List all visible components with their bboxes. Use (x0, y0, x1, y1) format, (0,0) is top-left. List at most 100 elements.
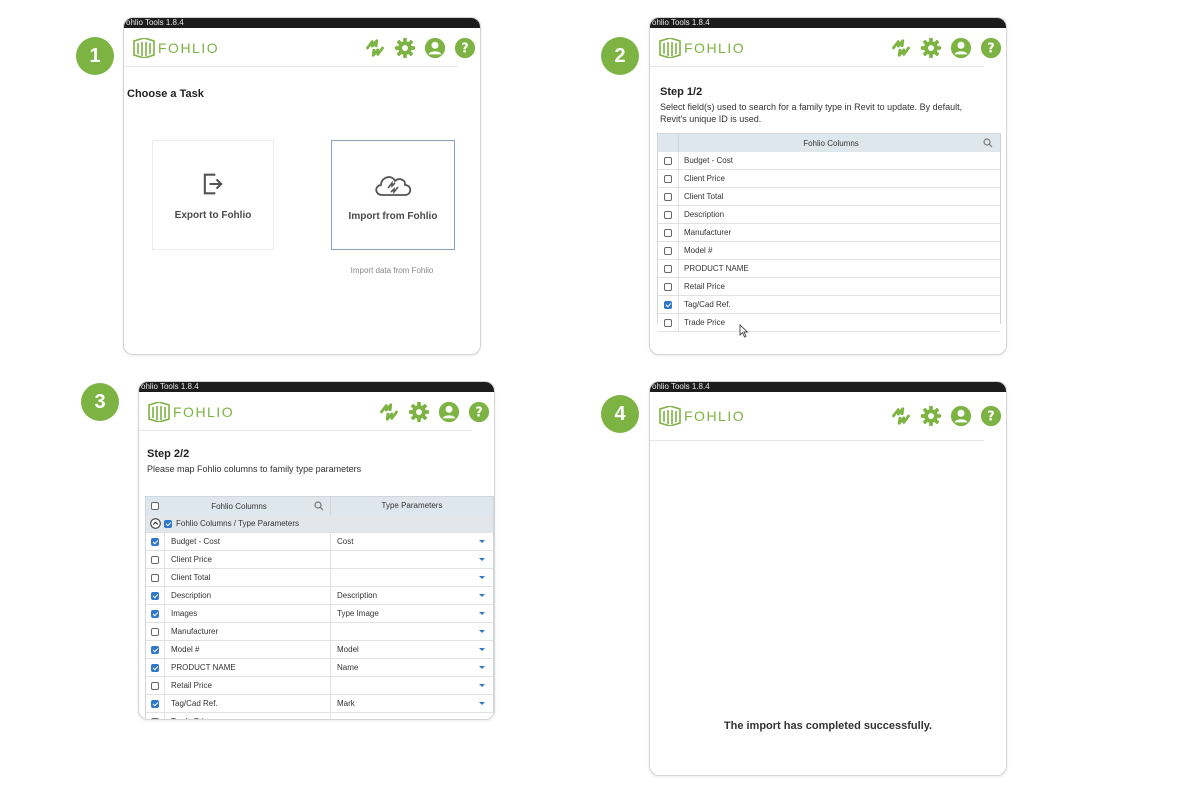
sync-icon[interactable] (890, 37, 912, 59)
row-checkbox[interactable] (151, 537, 159, 546)
type-parameter-dropdown[interactable]: Name (330, 659, 493, 676)
type-parameter-value: Type Image (337, 609, 379, 618)
export-icon (203, 173, 223, 194)
table-row[interactable]: Retail Price (658, 278, 1000, 296)
gear-icon[interactable] (394, 37, 416, 59)
table-row[interactable]: Client Total (658, 188, 1000, 206)
type-parameter-dropdown[interactable]: Description (330, 587, 493, 604)
table-row[interactable]: Budget - Cost Cost (146, 533, 493, 551)
row-checkbox[interactable] (151, 573, 159, 582)
fohlio-logo-icon (658, 406, 682, 426)
table-row[interactable]: Images Type Image (146, 605, 493, 623)
table-row[interactable]: Trade Price (658, 314, 1000, 332)
type-parameter-dropdown[interactable]: Mark (330, 695, 493, 712)
group-row[interactable]: Fohlio Columns / Type Parameters (146, 515, 493, 533)
table-row[interactable]: Client Total (146, 569, 493, 587)
select-all-checkbox[interactable] (151, 502, 159, 510)
table-row[interactable]: Description Description (146, 587, 493, 605)
chevron-down-icon (479, 576, 485, 579)
row-checkbox[interactable] (151, 663, 159, 672)
table-row[interactable]: Tag/Cad Ref. Mark (146, 695, 493, 713)
chevron-down-icon (479, 702, 485, 705)
row-checkbox[interactable] (664, 282, 672, 291)
search-icon[interactable] (314, 501, 324, 511)
column-header-type-parameters: Type Parameters (330, 497, 493, 515)
table-row[interactable]: Retail Price (146, 677, 493, 695)
step-badge-1-label: 1 (89, 44, 101, 67)
help-icon[interactable] (454, 37, 476, 59)
row-label: Trade Price (164, 713, 330, 719)
table-row[interactable]: Trade Price (146, 713, 493, 719)
help-icon[interactable] (468, 401, 490, 423)
mapping-table: Fohlio Columns Type Parameters Fohlio Co… (145, 496, 494, 719)
row-checkbox[interactable] (664, 174, 672, 183)
user-icon[interactable] (438, 401, 460, 423)
gear-icon[interactable] (920, 405, 942, 427)
gear-icon[interactable] (408, 401, 430, 423)
type-parameter-dropdown[interactable] (330, 569, 493, 586)
row-label: Trade Price (684, 318, 726, 327)
type-parameter-dropdown[interactable] (330, 551, 493, 568)
collapse-icon[interactable] (150, 518, 161, 529)
user-icon[interactable] (950, 37, 972, 59)
row-label: Client Price (164, 551, 330, 568)
step-description-line2: Revit's unique ID is used. (660, 114, 762, 124)
table-row[interactable]: Budget - Cost (658, 152, 1000, 170)
table-row[interactable]: Tag/Cad Ref. (658, 296, 1000, 314)
help-icon[interactable] (980, 405, 1002, 427)
table-row[interactable]: Description (658, 206, 1000, 224)
row-label: PRODUCT NAME (164, 659, 330, 676)
row-checkbox[interactable] (151, 609, 159, 618)
table-row[interactable]: PRODUCT NAME Name (146, 659, 493, 677)
table-row[interactable]: Client Price (146, 551, 493, 569)
type-parameter-dropdown[interactable] (330, 713, 493, 719)
sync-icon[interactable] (378, 401, 400, 423)
type-parameter-dropdown[interactable]: Cost (330, 533, 493, 550)
row-checkbox[interactable] (664, 300, 672, 309)
type-parameter-dropdown[interactable] (330, 623, 493, 640)
row-checkbox[interactable] (664, 264, 672, 273)
help-icon[interactable] (980, 37, 1002, 59)
export-to-fohlio-button[interactable]: Export to Fohlio (152, 140, 274, 250)
row-checkbox[interactable] (151, 645, 159, 654)
export-label: Export to Fohlio (174, 209, 252, 221)
row-checkbox[interactable] (151, 555, 159, 564)
row-checkbox[interactable] (664, 228, 672, 237)
row-checkbox[interactable] (151, 717, 159, 719)
row-label: Images (164, 605, 330, 622)
search-icon[interactable] (983, 138, 993, 148)
row-label: Description (684, 210, 725, 219)
table-header: Fohlio Columns (658, 134, 1000, 152)
table-row[interactable]: Client Price (658, 170, 1000, 188)
type-parameter-value: Description (337, 591, 378, 600)
user-icon[interactable] (950, 405, 972, 427)
type-parameter-dropdown[interactable]: Type Image (330, 605, 493, 622)
row-checkbox[interactable] (151, 681, 159, 690)
row-checkbox[interactable] (151, 699, 159, 708)
table-row[interactable]: Manufacturer (658, 224, 1000, 242)
app-header: FOHLIO (139, 392, 472, 431)
table-row[interactable]: Model # (658, 242, 1000, 260)
row-label: Model # (684, 246, 713, 255)
row-checkbox[interactable] (664, 318, 672, 327)
row-checkbox[interactable] (151, 627, 159, 636)
table-row[interactable]: Manufacturer (146, 623, 493, 641)
row-checkbox[interactable] (151, 591, 159, 600)
gear-icon[interactable] (920, 37, 942, 59)
row-checkbox[interactable] (664, 156, 672, 165)
panel-step-2: ohlio Tools 1.8.4 FOHLIO Step 2/2 Please… (138, 381, 495, 720)
user-icon[interactable] (424, 37, 446, 59)
row-checkbox[interactable] (664, 246, 672, 255)
type-parameter-dropdown[interactable]: Model (330, 641, 493, 658)
row-label: Budget - Cost (684, 156, 733, 165)
import-from-fohlio-button[interactable]: Import from Fohlio (331, 140, 455, 250)
row-checkbox[interactable] (664, 192, 672, 201)
sync-icon[interactable] (364, 37, 386, 59)
row-checkbox[interactable] (664, 210, 672, 219)
group-checkbox[interactable] (164, 519, 172, 528)
import-label: Import from Fohlio (348, 210, 438, 222)
type-parameter-dropdown[interactable] (330, 677, 493, 694)
table-row[interactable]: Model # Model (146, 641, 493, 659)
sync-icon[interactable] (890, 405, 912, 427)
table-row[interactable]: PRODUCT NAME (658, 260, 1000, 278)
